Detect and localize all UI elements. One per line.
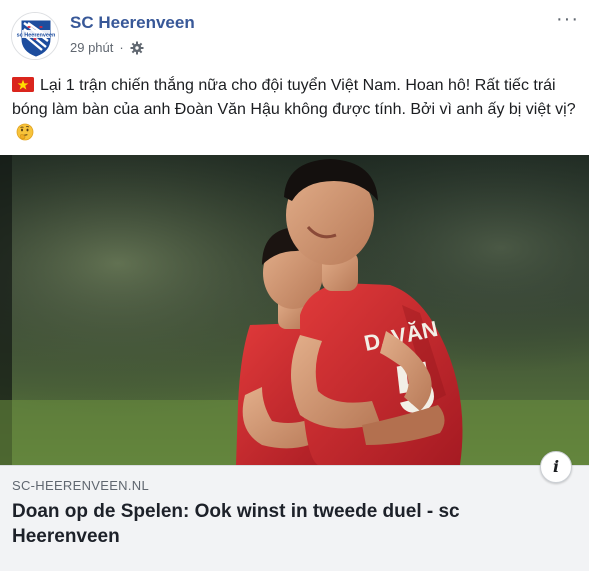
info-button[interactable]: i [540, 451, 572, 483]
thinking-face-icon [16, 123, 34, 141]
meta-separator: · [119, 40, 124, 55]
gear-icon[interactable] [130, 41, 144, 55]
more-options-button[interactable]: ··· [556, 9, 580, 29]
post-meta: 29 phút · [70, 40, 144, 55]
link-title[interactable]: Doan op de Spelen: Ook winst in tweede d… [12, 499, 532, 549]
post-message: Lại 1 trận chiến thắng nữa cho đội tuyển… [12, 74, 582, 146]
players-hugging-image: D. VĂN 5 [0, 155, 589, 465]
post-timestamp[interactable]: 29 phút [70, 40, 113, 55]
page-avatar[interactable]: sc Heerenveen [11, 12, 59, 60]
page-name-link[interactable]: SC Heerenveen [70, 13, 195, 33]
link-preview[interactable]: i SC-HEERENVEEN.NL Doan op de Spelen: Oo… [0, 451, 589, 571]
shared-link-photo[interactable]: D. VĂN 5 [0, 155, 589, 465]
svg-text:sc Heerenveen: sc Heerenveen [17, 33, 56, 39]
post-header: sc Heerenveen SC Heerenveen 29 phút · ··… [0, 0, 589, 66]
facebook-post: sc Heerenveen SC Heerenveen 29 phút · ··… [0, 0, 589, 571]
heerenveen-logo-icon: sc Heerenveen [12, 13, 58, 59]
link-domain: SC-HEERENVEEN.NL [12, 478, 149, 493]
vietnam-flag-icon [12, 76, 34, 92]
post-message-text: Lại 1 trận chiến thắng nữa cho đội tuyển… [12, 77, 576, 118]
